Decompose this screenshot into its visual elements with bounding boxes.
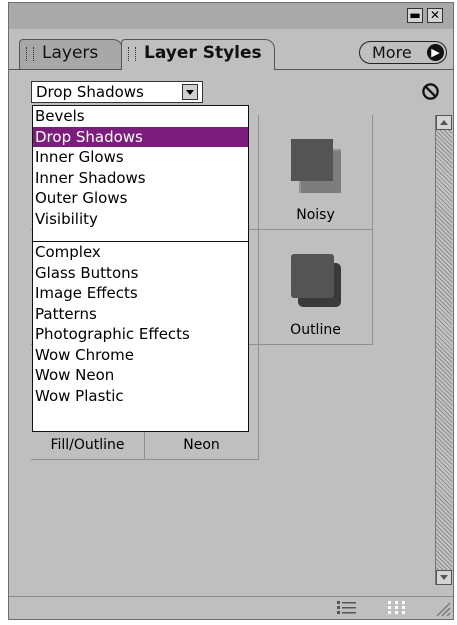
palette-footer (9, 596, 453, 619)
dropdown-item-selected[interactable]: Drop Shadows (33, 126, 248, 147)
category-select[interactable]: Drop Shadows (31, 81, 203, 103)
thumbnail-view-icon[interactable] (387, 600, 407, 615)
scroll-up-button[interactable] (436, 115, 452, 130)
tab-layers[interactable]: Layers (19, 39, 123, 69)
chevron-down-icon[interactable] (182, 84, 198, 100)
no-symbol-icon[interactable] (421, 82, 440, 101)
style-thumb-outline[interactable]: Outline (259, 230, 373, 345)
dropdown-item[interactable]: Photographic Effects (33, 324, 248, 345)
dropdown-item[interactable]: Wow Plastic (33, 386, 248, 407)
scroll-down-button[interactable] (436, 570, 452, 585)
dropdown-item[interactable]: Wow Neon (33, 365, 248, 386)
vertical-scrollbar[interactable] (435, 115, 452, 585)
dropdown-item[interactable]: Bevels (33, 106, 248, 127)
close-button[interactable]: ✕ (427, 8, 443, 23)
layer-styles-palette: ▬ ✕ Layers Layer Styles More ▶ Drop Shad… (8, 2, 454, 620)
noisy-shadow-swatch (290, 139, 341, 193)
tab-label: Layer Styles (144, 43, 262, 63)
more-button[interactable]: More ▶ (359, 41, 447, 64)
tab-layer-styles[interactable]: Layer Styles (121, 39, 275, 70)
more-label: More (372, 43, 412, 62)
category-dropdown-list: Bevels Drop Shadows Inner Glows Inner Sh… (32, 105, 249, 432)
dropdown-item[interactable]: Patterns (33, 304, 248, 325)
dropdown-divider (33, 229, 248, 242)
resize-grip-icon[interactable] (433, 599, 451, 617)
palette-title-bar[interactable]: ▬ ✕ (9, 3, 453, 30)
outline-shadow-swatch (290, 254, 341, 307)
style-label: Neon (183, 437, 220, 453)
dropdown-item[interactable]: Image Effects (33, 283, 248, 304)
dropdown-item[interactable]: Complex (33, 242, 248, 263)
dropdown-item[interactable]: Outer Glows (33, 188, 248, 209)
tab-grip-icon (128, 47, 136, 61)
style-label: Fill/Outline (50, 437, 125, 453)
style-thumb-noisy[interactable]: Noisy (259, 115, 373, 230)
tab-row: Layers Layer Styles More ▶ (9, 29, 453, 70)
dropdown-item[interactable]: Glass Buttons (33, 263, 248, 284)
dropdown-item[interactable]: Wow Chrome (33, 345, 248, 366)
tab-grip-icon (26, 47, 34, 61)
category-select-value: Drop Shadows (36, 83, 144, 101)
arrow-right-icon: ▶ (427, 44, 444, 61)
dropdown-item[interactable]: Inner Shadows (33, 168, 248, 189)
tab-label: Layers (42, 43, 99, 63)
dropdown-item[interactable]: Inner Glows (33, 147, 248, 168)
style-label: Noisy (296, 207, 335, 223)
minimize-button[interactable]: ▬ (407, 8, 423, 23)
style-label: Outline (290, 322, 341, 338)
list-view-icon[interactable] (337, 600, 357, 615)
dropdown-item[interactable]: Visibility (33, 209, 248, 230)
